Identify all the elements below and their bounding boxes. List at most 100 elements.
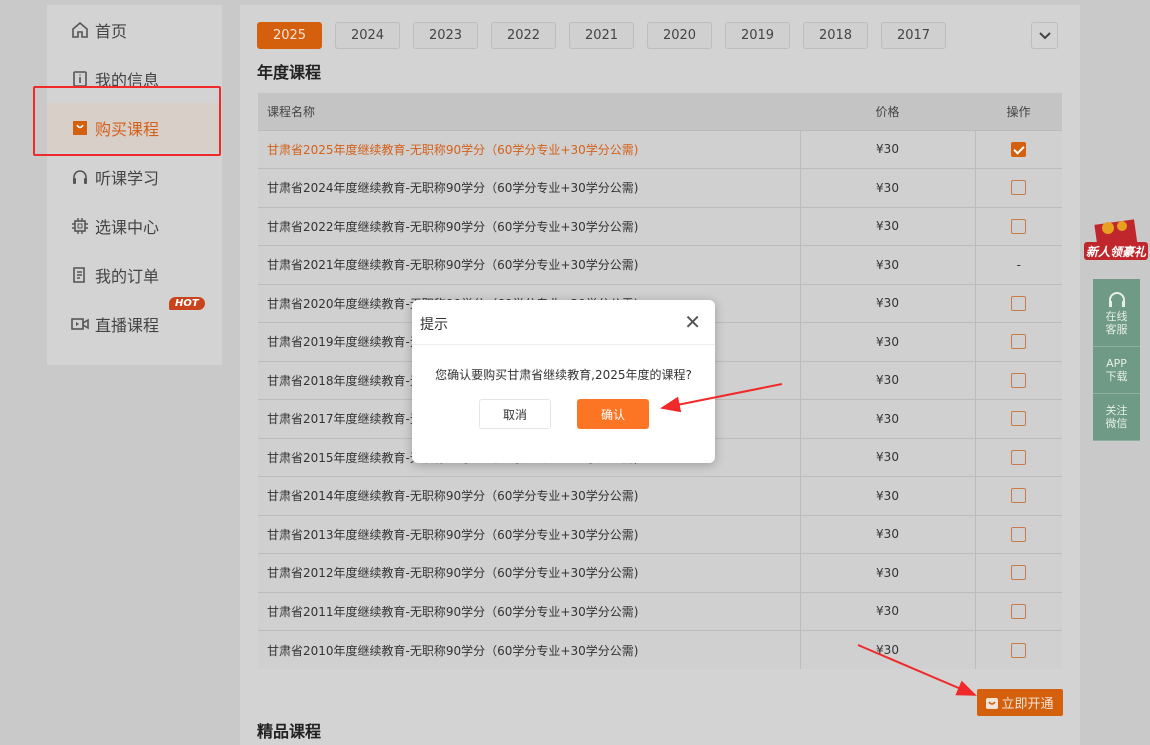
expand-years-button[interactable]: [1031, 22, 1058, 49]
video-icon: [71, 315, 89, 333]
table-row: 甘肃省2022年度继续教育-无职称90学分（60学分专业+30学分公需)¥30: [258, 207, 1062, 246]
course-name: 甘肃省2013年度继续教育-无职称90学分（60学分专业+30学分公需): [258, 515, 800, 554]
course-name: 甘肃省2012年度继续教育-无职称90学分（60学分专业+30学分公需): [258, 554, 800, 593]
sidebar-item-label: 直播课程: [95, 312, 159, 336]
no-action: -: [1017, 258, 1021, 272]
confirm-button[interactable]: 确认: [577, 399, 649, 429]
customer-service-button[interactable]: 在线 客服: [1093, 279, 1140, 347]
course-price: ¥30: [800, 246, 975, 285]
select-checkbox[interactable]: [1011, 488, 1026, 503]
headphones-icon: [71, 168, 89, 186]
table-row: 甘肃省2025年度继续教育-无职称90学分（60学分专业+30学分公需)¥30: [258, 130, 1062, 169]
sidebar: 首页我的信息购买课程听课学习选课中心我的订单直播课程HOT: [47, 5, 222, 365]
section-title-premium: 精品课程: [257, 718, 321, 742]
chip-icon: [71, 217, 89, 235]
select-checkbox[interactable]: [1011, 180, 1026, 195]
sidebar-item-label: 听课学习: [95, 165, 159, 189]
select-checkbox[interactable]: [1011, 142, 1026, 157]
select-checkbox[interactable]: [1011, 334, 1026, 349]
sidebar-item-label: 首页: [95, 18, 127, 42]
course-price: ¥30: [800, 515, 975, 554]
year-tab-2022[interactable]: 2022: [491, 22, 556, 49]
dialog-message: 您确认要购买甘肃省继续教育,2025年度的课程?: [412, 366, 715, 383]
order-icon: [71, 266, 89, 284]
year-tab-2017[interactable]: 2017: [881, 22, 946, 49]
course-price: ¥30: [800, 592, 975, 631]
sidebar-item-0[interactable]: 首页: [47, 5, 222, 54]
float-label: APP 下载: [1106, 357, 1128, 383]
select-checkbox[interactable]: [1011, 373, 1026, 388]
select-checkbox[interactable]: [1011, 450, 1026, 465]
table-row: 甘肃省2012年度继续教育-无职称90学分（60学分专业+30学分公需)¥30: [258, 554, 1062, 593]
select-checkbox[interactable]: [1011, 411, 1026, 426]
sidebar-item-6[interactable]: 直播课程 HOT: [47, 299, 222, 348]
table-row: 甘肃省2011年度继续教育-无职称90学分（60学分专业+30学分公需)¥30: [258, 592, 1062, 631]
sidebar-item-4[interactable]: 选课中心: [47, 201, 222, 250]
year-tab-2024[interactable]: 2024: [335, 22, 400, 49]
course-price: ¥30: [800, 631, 975, 670]
sidebar-item-label: 我的订单: [95, 263, 159, 287]
select-checkbox[interactable]: [1011, 296, 1026, 311]
course-price: ¥30: [800, 323, 975, 362]
course-price: ¥30: [800, 207, 975, 246]
dialog-title: 提示: [412, 300, 715, 345]
course-price: ¥30: [800, 554, 975, 593]
floating-service-bar: 在线 客服 APP 下载关注 微信: [1093, 279, 1140, 441]
select-checkbox[interactable]: [1011, 565, 1026, 580]
follow-wechat-button[interactable]: 关注 微信: [1093, 394, 1140, 441]
col-action: 操作: [975, 93, 1062, 130]
course-name: 甘肃省2021年度继续教育-无职称90学分（60学分专业+30学分公需): [258, 246, 800, 285]
year-tab-2019[interactable]: 2019: [725, 22, 790, 49]
course-name: 甘肃省2025年度继续教育-无职称90学分（60学分专业+30学分公需): [258, 130, 800, 169]
sidebar-item-label: 选课中心: [95, 214, 159, 238]
info-icon: [71, 70, 89, 88]
hot-badge: HOT: [169, 297, 205, 310]
col-price: 价格: [800, 93, 975, 130]
annotation-highlight-box: [33, 86, 221, 156]
home-icon: [71, 21, 89, 39]
course-name: 甘肃省2024年度继续教育-无职称90学分（60学分专业+30学分公需): [258, 169, 800, 208]
table-row: 甘肃省2021年度继续教育-无职称90学分（60学分专业+30学分公需)¥30 -: [258, 246, 1062, 285]
cancel-button[interactable]: 取消: [479, 399, 551, 429]
select-checkbox[interactable]: [1011, 604, 1026, 619]
year-tab-2018[interactable]: 2018: [803, 22, 868, 49]
course-price: ¥30: [800, 284, 975, 323]
float-label: 在线 客服: [1106, 310, 1128, 336]
year-tabs: 2025 2024 2023 2022 2021 2020 2019 2018 2017: [257, 22, 946, 49]
course-price: ¥30: [800, 361, 975, 400]
table-row: 甘肃省2013年度继续教育-无职称90学分（60学分专业+30学分公需)¥30: [258, 515, 1062, 554]
year-tab-2023[interactable]: 2023: [413, 22, 478, 49]
table-row: 甘肃省2010年度继续教育-无职称90学分（60学分专业+30学分公需)¥30: [258, 631, 1062, 670]
chevron-down-icon: [1038, 31, 1052, 41]
select-checkbox[interactable]: [1011, 527, 1026, 542]
sidebar-item-3[interactable]: 听课学习: [47, 152, 222, 201]
gift-text: 新人领豪礼: [1086, 245, 1147, 259]
gift-box-icon: 新人领豪礼: [1082, 216, 1150, 268]
course-price: ¥30: [800, 477, 975, 516]
section-title: 年度课程: [257, 59, 321, 83]
course-name: 甘肃省2014年度继续教育-无职称90学分（60学分专业+30学分公需): [258, 477, 800, 516]
sidebar-item-5[interactable]: 我的订单: [47, 250, 222, 299]
new-user-gift-banner[interactable]: 新人领豪礼: [1082, 216, 1150, 268]
year-tab-2020[interactable]: 2020: [647, 22, 712, 49]
table-row: 甘肃省2024年度继续教育-无职称90学分（60学分专业+30学分公需)¥30: [258, 169, 1062, 208]
open-now-label: 立即开通: [1001, 693, 1053, 712]
close-icon[interactable]: ✕: [684, 310, 701, 334]
course-price: ¥30: [800, 438, 975, 477]
col-name: 课程名称: [258, 93, 800, 130]
headset-icon: [1107, 290, 1127, 310]
course-price: ¥30: [800, 169, 975, 208]
course-price: ¥30: [800, 130, 975, 169]
bag-icon: [986, 696, 998, 709]
year-tab-2021[interactable]: 2021: [569, 22, 634, 49]
course-price: ¥30: [800, 400, 975, 439]
course-name: 甘肃省2022年度继续教育-无职称90学分（60学分专业+30学分公需): [258, 207, 800, 246]
year-tab-2025[interactable]: 2025: [257, 22, 322, 49]
app-download-button[interactable]: APP 下载: [1093, 347, 1140, 394]
select-checkbox[interactable]: [1011, 219, 1026, 234]
course-name: 甘肃省2010年度继续教育-无职称90学分（60学分专业+30学分公需): [258, 631, 800, 670]
float-label: 关注 微信: [1106, 404, 1128, 430]
select-checkbox[interactable]: [1011, 643, 1026, 658]
open-now-button[interactable]: 立即开通: [977, 689, 1063, 716]
table-row: 甘肃省2014年度继续教育-无职称90学分（60学分专业+30学分公需)¥30: [258, 477, 1062, 516]
